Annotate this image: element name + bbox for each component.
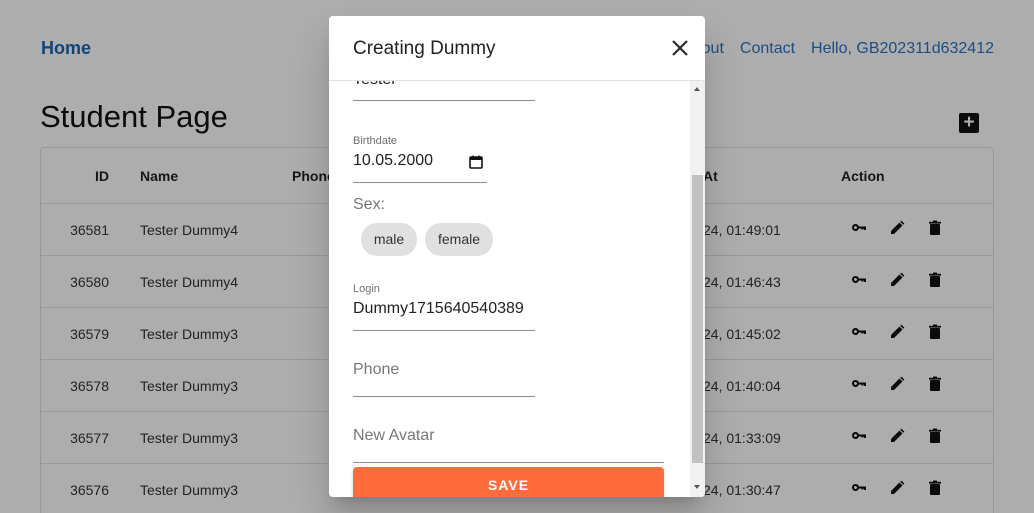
new-avatar-field[interactable]: New Avatar	[353, 417, 664, 463]
scroll-thumb[interactable]	[692, 175, 703, 463]
dialog-header: Creating Dummy	[329, 16, 705, 81]
login-value: Dummy1715640540389	[353, 300, 524, 317]
calendar-icon[interactable]	[469, 155, 483, 169]
dialog-body: Tester Birthdate 10.05.2000 Sex: male fe…	[329, 81, 690, 497]
new-avatar-placeholder: New Avatar	[353, 427, 435, 444]
surname-value: Tester	[353, 81, 397, 89]
creating-dummy-dialog: Creating Dummy Tester Birthdate 10.05.20…	[329, 16, 705, 497]
sex-chip-female[interactable]: female	[425, 223, 493, 256]
save-button[interactable]: SAVE	[353, 467, 664, 497]
phone-placeholder: Phone	[353, 361, 400, 378]
login-label: Login	[353, 283, 380, 295]
sex-chip-male[interactable]: male	[361, 223, 417, 256]
dialog-scrollbar[interactable]	[690, 81, 705, 497]
scroll-up-arrow[interactable]	[694, 87, 700, 91]
scroll-down-arrow[interactable]	[694, 485, 700, 489]
sex-label: Sex:	[353, 196, 386, 213]
birthdate-field[interactable]: Birthdate 10.05.2000	[353, 119, 487, 183]
birthdate-value: 10.05.2000	[353, 152, 434, 169]
dialog-title: Creating Dummy	[353, 38, 496, 59]
surname-field[interactable]: Tester	[353, 81, 535, 101]
phone-field[interactable]: Phone	[353, 351, 535, 397]
close-icon	[672, 40, 688, 56]
login-field[interactable]: Login Dummy1715640540389	[353, 279, 535, 331]
birthdate-label: Birthdate	[353, 135, 398, 147]
close-button[interactable]	[671, 39, 689, 57]
